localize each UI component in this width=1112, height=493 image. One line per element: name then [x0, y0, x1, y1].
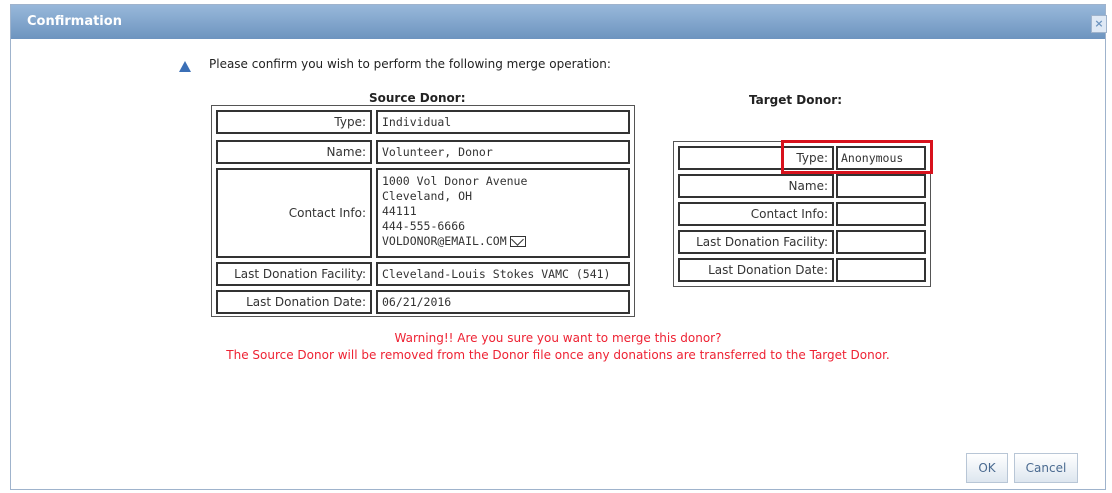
mail-icon[interactable]	[509, 236, 526, 247]
target-facility-label: Last Donation Facility:	[678, 230, 834, 254]
type-highlight-box	[781, 140, 933, 174]
contact-email: VOLDONOR@EMAIL.COM	[382, 234, 507, 248]
source-name-value: Volunteer, Donor	[376, 140, 630, 164]
target-contact-value	[836, 202, 926, 226]
source-type-label: Type:	[216, 110, 372, 134]
cancel-button[interactable]: Cancel	[1014, 453, 1078, 483]
target-facility-value	[836, 230, 926, 254]
source-donor-table: Type: Individual Name: Volunteer, Donor …	[211, 105, 635, 317]
source-donor-heading: Source Donor:	[369, 91, 466, 105]
source-contact-label: Contact Info:	[216, 168, 372, 258]
ok-button[interactable]: OK	[966, 453, 1008, 483]
source-contact-value: 1000 Vol Donor Avenue Cleveland, OH 4411…	[376, 168, 630, 258]
warning-triangle-icon	[179, 61, 191, 72]
source-date-value: 06/21/2016	[376, 290, 630, 314]
confirm-prompt: Please confirm you wish to perform the f…	[209, 57, 611, 71]
source-facility-label: Last Donation Facility:	[216, 262, 372, 286]
target-name-label: Name:	[678, 174, 834, 198]
source-facility-value: Cleveland-Louis Stokes VAMC (541)	[376, 262, 630, 286]
target-name-value	[836, 174, 926, 198]
source-type-value: Individual	[376, 110, 630, 134]
merge-warning-line2: The Source Donor will be removed from th…	[226, 348, 890, 362]
target-contact-label: Contact Info:	[678, 202, 834, 226]
merge-warning-line1: Warning!! Are you sure you want to merge…	[394, 331, 722, 345]
dialog-titlebar[interactable]: Confirmation ×	[11, 5, 1107, 39]
contact-address: 1000 Vol Donor Avenue	[382, 174, 528, 188]
close-button[interactable]: ×	[1091, 15, 1107, 33]
target-date-value	[836, 258, 926, 282]
target-donor-heading: Target Donor:	[749, 93, 843, 107]
contact-zip: 44111	[382, 204, 417, 218]
contact-city: Cleveland, OH	[382, 189, 473, 203]
source-name-label: Name:	[216, 140, 372, 164]
target-date-label: Last Donation Date:	[678, 258, 834, 282]
dialog-title: Confirmation	[27, 14, 122, 29]
contact-phone: 444-555-6666	[382, 219, 466, 233]
confirmation-dialog: Confirmation × Please confirm you wish t…	[10, 4, 1107, 490]
source-date-label: Last Donation Date:	[216, 290, 372, 314]
